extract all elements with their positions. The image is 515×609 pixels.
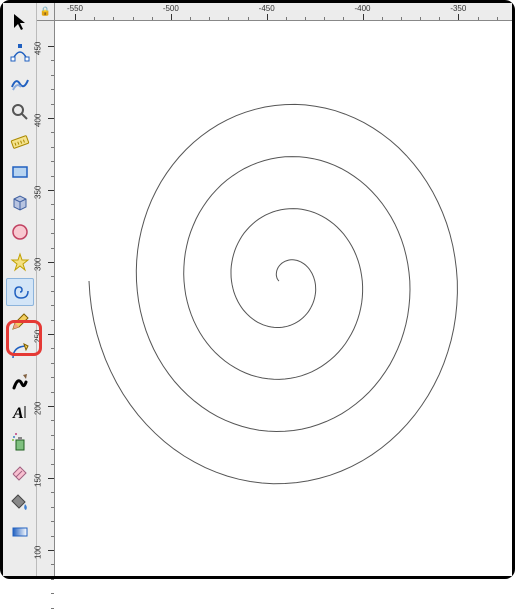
node-icon — [10, 42, 30, 62]
ruler-h-label: -500 — [163, 4, 179, 13]
ruler-h-label: -350 — [450, 4, 466, 13]
ruler-v-label: 350 — [34, 186, 43, 199]
bezier-tool[interactable] — [6, 338, 34, 366]
selector-icon — [10, 12, 30, 32]
gradient-icon — [10, 522, 30, 542]
canvas[interactable] — [55, 21, 512, 576]
star-icon — [10, 252, 30, 272]
star-tool[interactable] — [6, 248, 34, 276]
eraser-tool[interactable] — [6, 458, 34, 486]
ruler-v-label: 400 — [34, 114, 43, 127]
spiral-icon — [10, 282, 30, 302]
toolbox: A — [3, 3, 37, 576]
ruler-h-label: -400 — [354, 4, 370, 13]
tweak-icon — [10, 72, 30, 92]
ruler-v-label: 200 — [34, 402, 43, 415]
circle-icon — [10, 222, 30, 242]
calligraphy-tool[interactable] — [6, 368, 34, 396]
text-tool[interactable]: A — [6, 398, 34, 426]
spiral-drawing — [55, 21, 512, 576]
pencil-icon — [10, 312, 30, 332]
fill-icon — [10, 492, 30, 512]
ruler-v-label: 250 — [34, 330, 43, 343]
pencil-tool[interactable] — [6, 308, 34, 336]
spray-icon — [10, 432, 30, 452]
spray-tool[interactable] — [6, 428, 34, 456]
node-tool[interactable] — [6, 38, 34, 66]
selector-tool[interactable] — [6, 8, 34, 36]
ruler-v-label: 100 — [34, 546, 43, 559]
bezier-icon — [10, 342, 30, 362]
gradient-tool[interactable] — [6, 518, 34, 546]
vertical-ruler[interactable]: 450 400 350 300 250 200 150 100 — [37, 21, 55, 576]
calligraphy-icon — [10, 372, 30, 392]
circle-tool[interactable] — [6, 218, 34, 246]
3dbox-tool[interactable] — [6, 188, 34, 216]
eraser-icon — [10, 462, 30, 482]
box3d-icon — [10, 192, 30, 212]
rect-icon — [10, 162, 30, 182]
fill-tool[interactable] — [6, 488, 34, 516]
zoom-tool[interactable] — [6, 98, 34, 126]
ruler-corner[interactable]: 🔒 — [37, 3, 55, 21]
zoom-icon — [10, 102, 30, 122]
text-icon: A — [10, 402, 30, 422]
ruler-v-label: 300 — [34, 258, 43, 271]
measure-icon — [10, 132, 30, 152]
ruler-h-label: -550 — [67, 4, 83, 13]
spiral-tool[interactable] — [6, 278, 34, 306]
horizontal-ruler[interactable]: -550 -500 -450 -400 -350 — [55, 3, 512, 21]
lock-icon: 🔒 — [40, 6, 51, 17]
measure-tool[interactable] — [6, 128, 34, 156]
tweak-tool[interactable] — [6, 68, 34, 96]
rectangle-tool[interactable] — [6, 158, 34, 186]
ruler-v-label: 450 — [34, 42, 43, 55]
svg-text:A: A — [12, 405, 24, 422]
ruler-h-label: -450 — [259, 4, 275, 13]
canvas-area: 🔒 -550 -500 -450 -400 -350 450 400 350 300 250 20… — [37, 3, 512, 576]
ruler-v-label: 150 — [34, 474, 43, 487]
